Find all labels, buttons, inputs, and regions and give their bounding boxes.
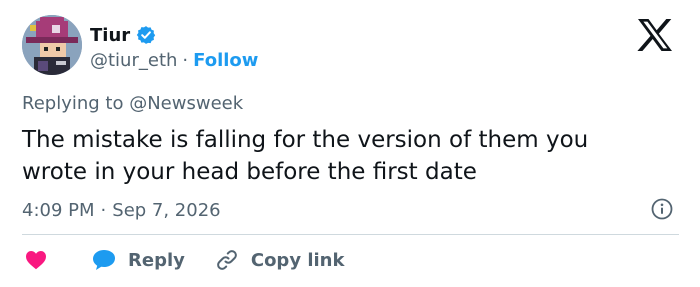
author-display-name[interactable]: Tiur — [90, 25, 130, 46]
tweet-time: 4:09 PM — [22, 199, 95, 221]
link-icon — [216, 250, 237, 270]
tweet-text: The mistake is falling for the version o… — [22, 124, 682, 188]
author-handle-row: @tiur_eth · Follow — [90, 48, 258, 72]
heart-icon — [26, 251, 46, 270]
copy-link-label: Copy link — [250, 249, 345, 271]
like-button[interactable] — [22, 246, 47, 274]
replying-to-mention[interactable]: @Newsweek — [129, 93, 243, 114]
replying-to-line: Replying to @Newsweek — [22, 93, 243, 114]
timestamp-separator: · — [100, 199, 107, 221]
tweet-text-line: wrote in your head before the first date — [22, 159, 477, 185]
reply-button[interactable]: Reply — [92, 246, 185, 274]
reply-label: Reply — [128, 249, 185, 271]
verified-badge-icon — [136, 26, 156, 44]
follow-link[interactable]: Follow — [193, 50, 258, 71]
divider — [22, 234, 679, 235]
action-bar: Reply Copy link — [22, 246, 344, 274]
avatar[interactable] — [22, 15, 82, 75]
handle-separator: · — [182, 49, 189, 71]
tweet-date: Sep 7, 2026 — [112, 199, 221, 221]
tweet-card: Tiur @tiur_eth · Follow Replying to @New… — [0, 0, 700, 287]
reply-bubble-icon — [93, 250, 115, 270]
avatar-image — [22, 15, 82, 75]
x-logo-icon[interactable] — [637, 18, 673, 52]
tweet-text-line: The mistake is falling for the version o… — [22, 127, 589, 153]
replying-to-label: Replying to — [22, 93, 124, 114]
info-icon[interactable] — [651, 198, 673, 220]
author-name-row: Tiur — [90, 22, 156, 48]
copy-link-button[interactable]: Copy link — [215, 246, 345, 274]
tweet-timestamp[interactable]: 4:09 PM · Sep 7, 2026 — [22, 197, 221, 223]
author-handle[interactable]: @tiur_eth — [90, 50, 177, 71]
